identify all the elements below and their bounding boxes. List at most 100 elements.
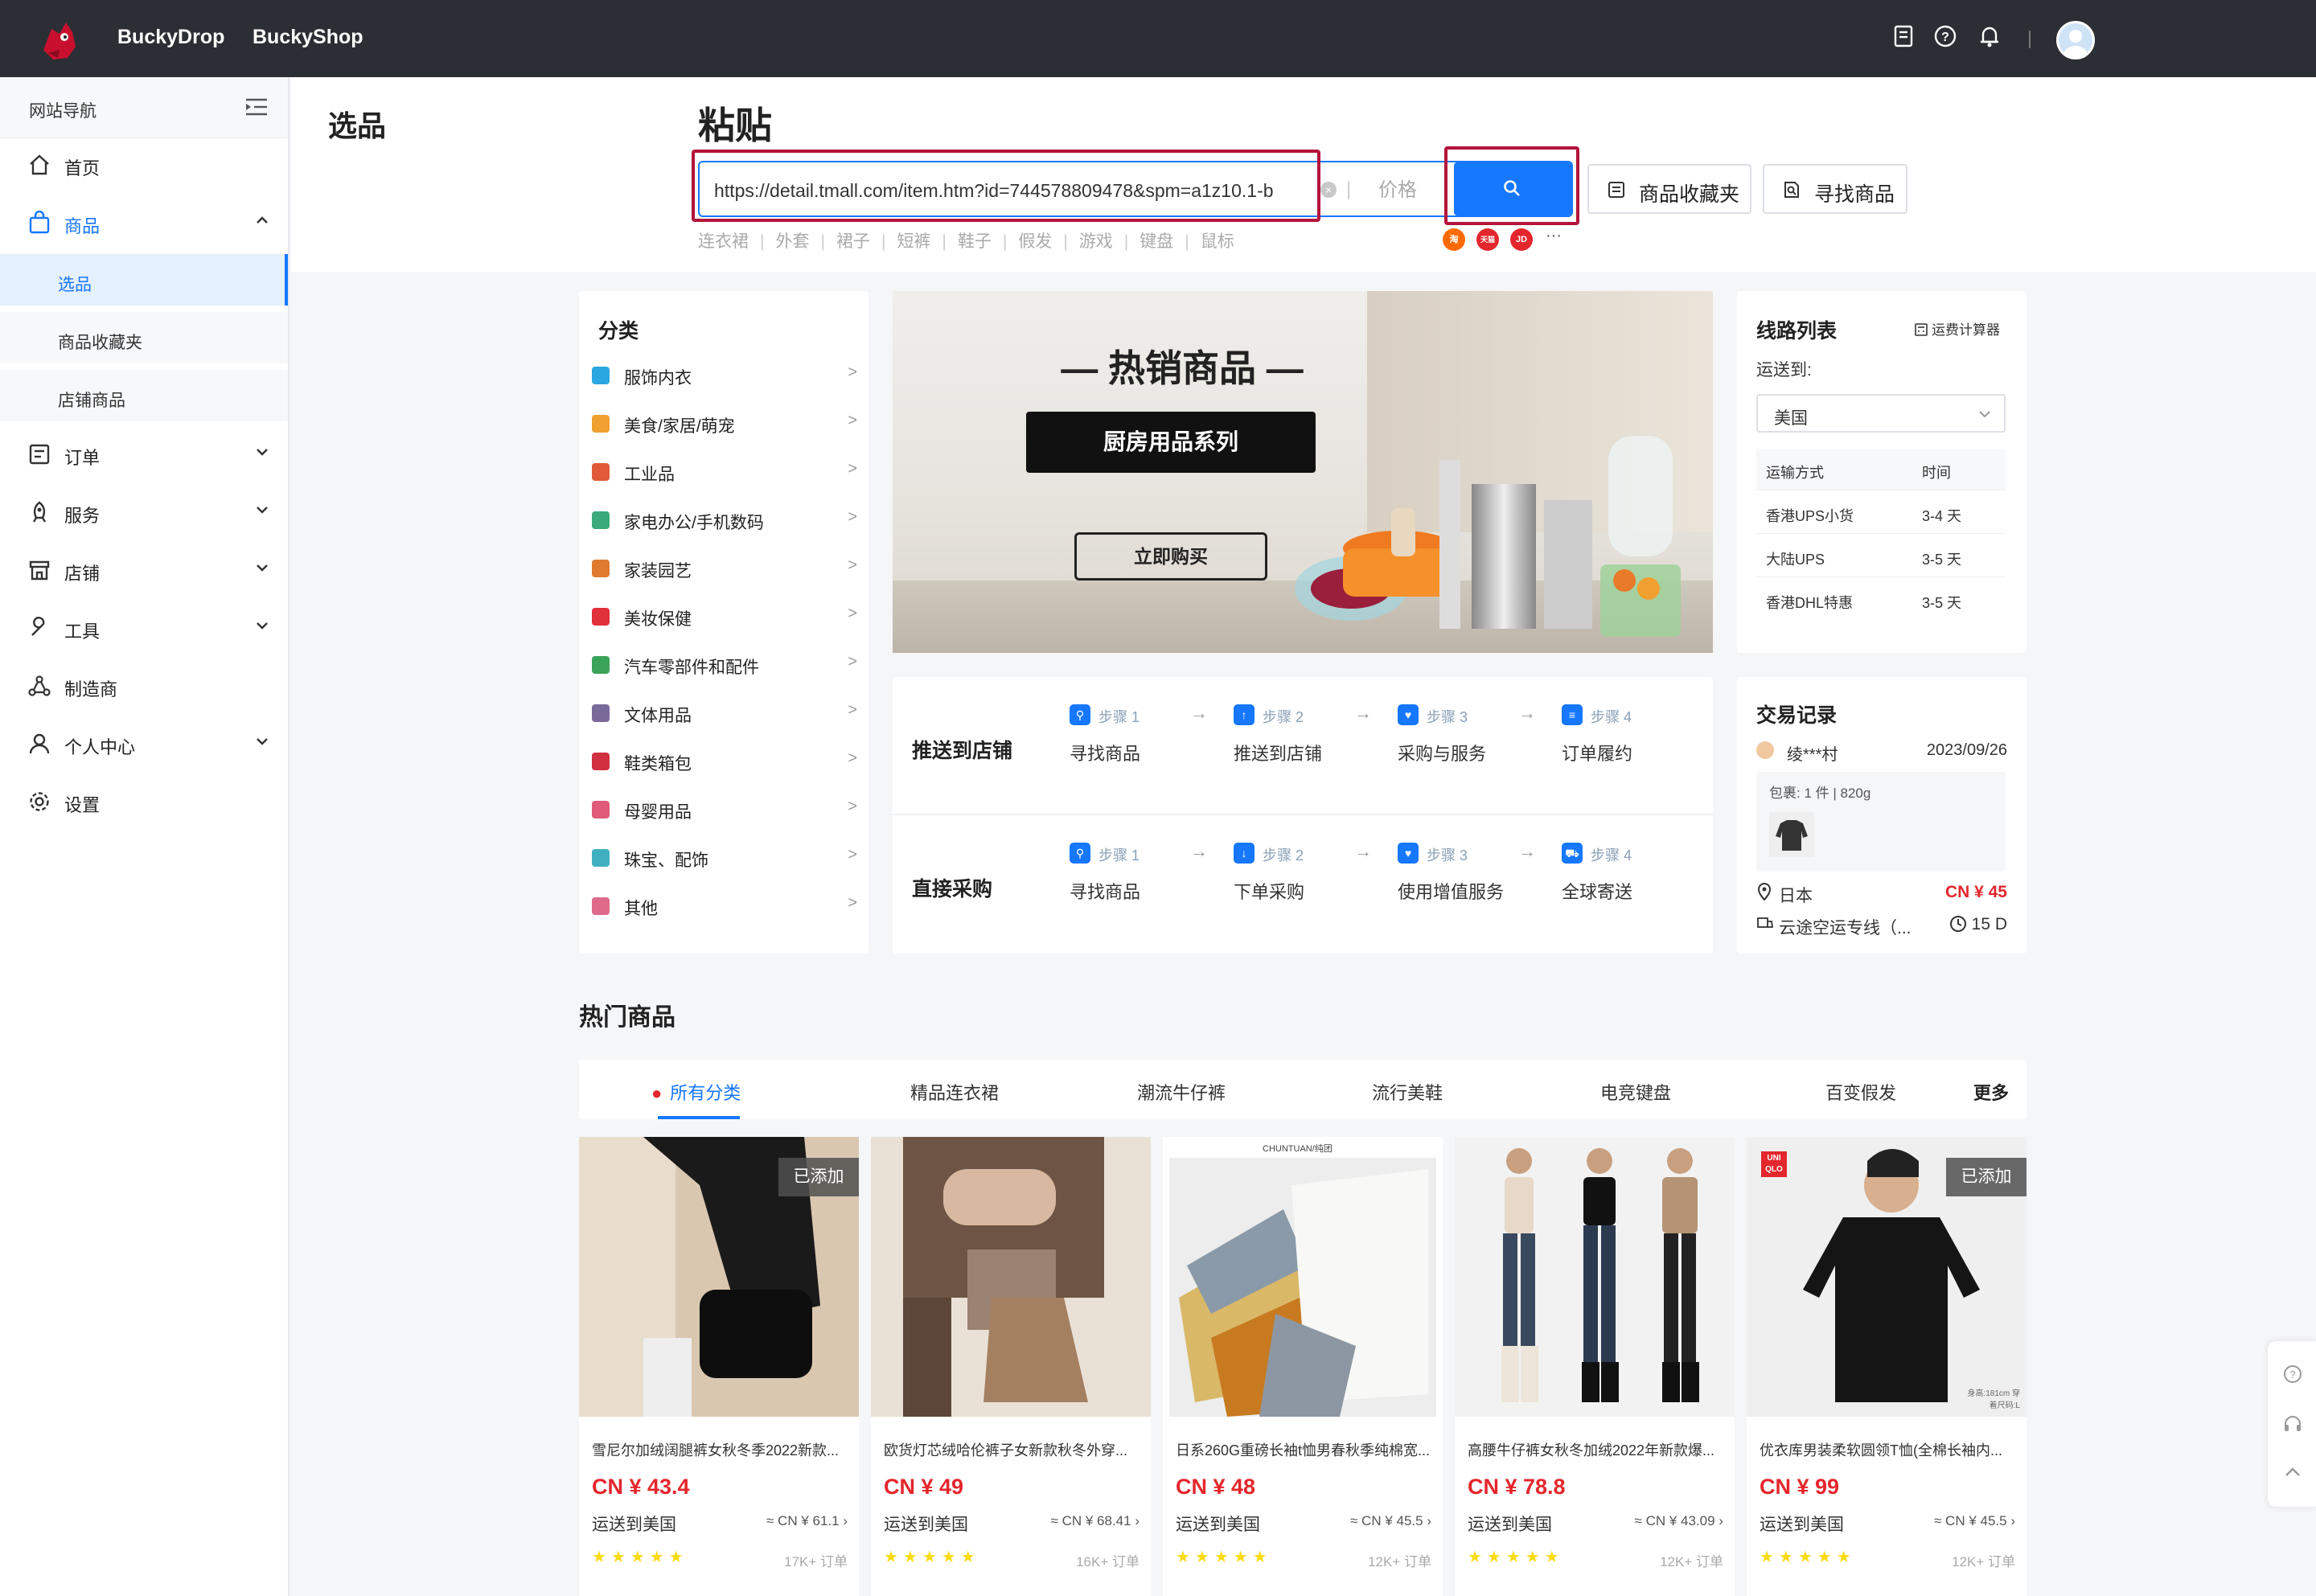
collapse-menu-icon[interactable] (244, 96, 269, 117)
avatar[interactable] (2056, 21, 2095, 59)
brand-buckydrop[interactable]: BuckyDrop (117, 26, 224, 49)
route-time: 3-5 天 (1922, 595, 1962, 611)
buy-now-button[interactable]: 立即购买 (1074, 532, 1267, 581)
favorites-button[interactable]: 商品收藏夹 (1587, 164, 1751, 214)
chevron-right-icon: > (848, 556, 857, 574)
more-platforms-icon[interactable]: ··· (1546, 227, 1562, 245)
tab-shoes[interactable]: 流行美鞋 (1372, 1079, 1443, 1105)
truck-icon: ⛟ (1562, 843, 1583, 864)
product-name[interactable]: 高腰牛仔裤女秋冬加绒2022年新款爆... (1468, 1439, 1725, 1460)
product-ref-price[interactable]: ≈ CN ¥ 43.09 › (1635, 1513, 1723, 1529)
find-goods-button[interactable]: 寻找商品 (1763, 164, 1907, 214)
sidebar-item-home[interactable]: 首页 (0, 138, 288, 190)
product-card[interactable]: CHUNTUAN/纯团 日系260G重磅长袖t恤男春秋季纯棉宽... CN ¥ … (1163, 1137, 1443, 1596)
buckydrop-logo[interactable] (35, 18, 82, 63)
keyword-link[interactable]: 假发 (1018, 232, 1052, 251)
sports-icon (592, 704, 610, 722)
freight-calculator-link[interactable]: 运费计算器 (1914, 318, 2000, 338)
keyword-link[interactable]: 键盘 (1140, 232, 1173, 251)
product-card[interactable]: 已添加 雪尼尔加绒阔腿裤女秋冬季2022新款... CN ¥ 43.4 运送到美… (579, 1137, 859, 1596)
promo-banner[interactable]: — 热销商品 — 厨房用品系列 立即购买 (893, 291, 1713, 653)
category-item[interactable]: 汽车零部件和配件 > (592, 650, 857, 682)
category-item[interactable]: 服饰内衣 > (592, 360, 857, 392)
tab-more[interactable]: 更多 (1973, 1079, 2009, 1105)
product-name[interactable]: 欧货灯芯绒哈伦裤子女新款秋冬外穿... (884, 1439, 1141, 1460)
sidebar-item-orders[interactable]: 订单 (0, 428, 288, 479)
sidebar-subitem-favorites[interactable]: 商品收藏夹 (0, 312, 288, 363)
category-item[interactable]: 美妆保健 > (592, 601, 857, 634)
product-name[interactable]: 雪尼尔加绒阔腿裤女秋冬季2022新款... (592, 1439, 849, 1460)
sidebar-item-manufacturers[interactable]: 制造商 (0, 659, 288, 711)
sidebar-item-label: 个人中心 (64, 737, 136, 757)
tab-jeans[interactable]: 潮流牛仔裤 (1137, 1079, 1226, 1105)
calculator-icon (1915, 323, 1928, 336)
category-item[interactable]: 母婴用品 > (592, 794, 857, 827)
ref-price-value: ≈ CN ¥ 61.1 (766, 1513, 840, 1528)
top-bar: BuckyDrop BuckyShop ? (0, 0, 2316, 77)
product-ref-price[interactable]: ≈ CN ¥ 68.41 › (1051, 1513, 1140, 1529)
back-to-top-icon[interactable] (2282, 1462, 2303, 1483)
category-item[interactable]: 其他 > (592, 891, 857, 923)
product-name[interactable]: 优衣库男装柔软圆领T恤(全棉长袖内... (1760, 1439, 2017, 1460)
headset-icon[interactable] (2282, 1413, 2303, 1434)
product-ref-price[interactable]: ≈ CN ¥ 45.5 › (1934, 1513, 2015, 1529)
category-item[interactable]: 珠宝、配饰 > (592, 843, 857, 875)
country-select[interactable]: 美国 (1756, 394, 2006, 433)
svg-text:?: ? (1941, 31, 1949, 44)
sidebar-item-personal[interactable]: 个人中心 (0, 717, 288, 769)
search-highlight-box (1444, 146, 1579, 225)
category-item[interactable]: 家装园艺 > (592, 553, 857, 585)
product-ref-price[interactable]: ≈ CN ¥ 45.5 › (1350, 1513, 1431, 1529)
baby-icon (592, 801, 610, 819)
product-card[interactable]: 高腰牛仔裤女秋冬加绒2022年新款爆... CN ¥ 78.8 运送到美国 ≈ … (1455, 1137, 1735, 1596)
sidebar-item-tools[interactable]: 工具 (0, 601, 288, 653)
category-item[interactable]: 工业品 > (592, 457, 857, 489)
tmall-icon[interactable]: 天猫 (1476, 228, 1499, 251)
tab-all[interactable]: ● 所有分类 (651, 1079, 741, 1105)
bell-icon[interactable] (1978, 24, 2002, 48)
taobao-icon[interactable]: 淘 (1443, 228, 1465, 251)
keyword-link[interactable]: 裙子 (836, 232, 870, 251)
category-item[interactable]: 美食/家居/萌宠 > (592, 408, 857, 441)
product-image: 已添加 (579, 1137, 859, 1417)
category-item[interactable]: 家电办公/手机数码 > (592, 505, 857, 537)
document-icon[interactable] (1893, 24, 1917, 48)
keyword-link[interactable]: 鼠标 (1201, 232, 1234, 251)
chevron-right-icon: > (848, 653, 857, 671)
keyword-link[interactable]: 鞋子 (958, 232, 992, 251)
product-card[interactable]: 欧货灯芯绒哈伦裤子女新款秋冬外穿... CN ¥ 49 运送到美国 ≈ CN ¥… (871, 1137, 1151, 1596)
clear-icon[interactable]: × (1320, 182, 1337, 198)
product-name[interactable]: 日系260G重磅长袖t恤男春秋季纯棉宽... (1176, 1439, 1433, 1460)
sidebar-item-settings[interactable]: 设置 (0, 775, 288, 827)
sidebar-subitem-selection[interactable]: 选品 (0, 254, 288, 306)
help-icon[interactable]: ? (1933, 24, 1957, 48)
brand-buckyshop[interactable]: BuckyShop (253, 26, 363, 49)
tab-keyboards[interactable]: 电竞键盘 (1600, 1079, 1671, 1105)
product-orders: 12K+ 订单 (1368, 1554, 1431, 1569)
help-icon[interactable]: ? (2282, 1364, 2303, 1385)
tab-wigs[interactable]: 百变假发 (1825, 1079, 1896, 1105)
sidebar-item-stores[interactable]: 店铺 (0, 544, 288, 595)
keyword-link[interactable]: 连衣裙 (698, 232, 749, 251)
route-row[interactable]: 大陆UPS 3-5 天 (1756, 535, 2006, 577)
tab-dresses[interactable]: 精品连衣裙 (910, 1079, 999, 1105)
product-card[interactable]: UNI QLO 已添加 身高:181cm 穿着尺码:L 优衣库男装柔软圆领T恤(… (1747, 1137, 2026, 1596)
category-item[interactable]: 鞋类箱包 > (592, 746, 857, 778)
keyword-link[interactable]: 短裤 (897, 232, 930, 251)
product-ref-price[interactable]: ≈ CN ¥ 61.1 › (766, 1513, 848, 1529)
sidebar-item-label: 制造商 (64, 679, 118, 700)
keyword-link[interactable]: 外套 (775, 232, 809, 251)
jd-icon[interactable]: JD (1510, 228, 1533, 251)
sidebar-item-products[interactable]: 商品 (0, 196, 288, 248)
category-item[interactable]: 文体用品 > (592, 698, 857, 730)
route-row[interactable]: 香港UPS小货 3-4 天 (1756, 492, 2006, 534)
route-row[interactable]: 香港DHL特惠 3-5 天 (1756, 579, 2006, 621)
keyword-link[interactable]: 游戏 (1079, 232, 1113, 251)
sidebar-item-services[interactable]: 服务 (0, 486, 288, 537)
ref-price-value: ≈ CN ¥ 43.09 (1634, 1513, 1715, 1528)
category-label: 家电办公/手机数码 (624, 514, 764, 532)
route-card: 线路列表 运费计算器 运送到: 美国 运输方式 时间 香港UPS小货 3-4 天… (1737, 291, 2026, 653)
sidebar-subitem-store-products[interactable]: 店铺商品 (0, 370, 288, 421)
trade-line: 云途空运专线（... (1779, 919, 1912, 937)
ref-price-value: ≈ CN ¥ 45.5 (1350, 1513, 1423, 1528)
